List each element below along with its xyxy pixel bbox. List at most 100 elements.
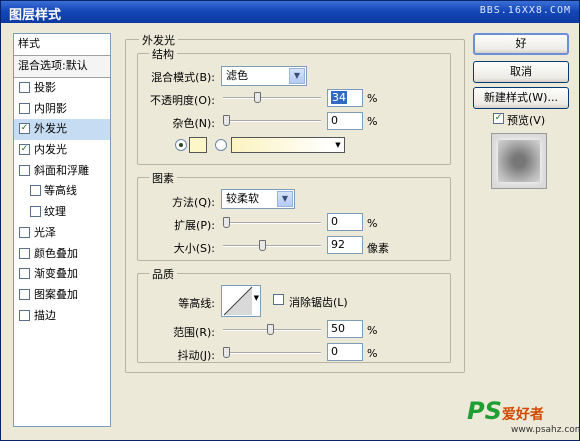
noise-slider[interactable]: [222, 115, 321, 126]
opacity-label: 不透明度(O):: [150, 94, 215, 107]
spread-slider-track: [223, 222, 321, 224]
size-slider-thumb[interactable]: [259, 240, 267, 251]
opacity-input[interactable]: 34: [327, 89, 363, 107]
style-item[interactable]: 等高线: [14, 181, 110, 202]
preview-thumbnail: [491, 133, 547, 189]
new-style-button[interactable]: 新建样式(W)...: [473, 87, 569, 109]
contour-picker[interactable]: ▼: [221, 285, 261, 317]
blend-mode-value: 滤色: [226, 69, 248, 82]
range-label: 范围(R):: [173, 326, 215, 339]
noise-value: 0: [331, 114, 338, 127]
range-slider-thumb[interactable]: [267, 324, 275, 335]
technique-select[interactable]: 较柔软 ▼: [221, 189, 295, 209]
spread-slider[interactable]: [222, 217, 321, 228]
ps-lovers-logo: PS爱好者: [467, 397, 544, 425]
size-slider-track: [223, 245, 321, 247]
range-slider[interactable]: [223, 324, 321, 335]
style-item[interactable]: 纹理: [14, 202, 110, 223]
jitter-label: 抖动(J):: [177, 349, 215, 362]
technique-label: 方法(Q):: [172, 196, 215, 209]
glow-color-swatch[interactable]: [189, 137, 207, 153]
spread-label: 扩展(P):: [174, 219, 215, 232]
style-item-label: 内发光: [34, 143, 67, 157]
elements-title: 图素: [149, 170, 177, 186]
glow-gradient-picker[interactable]: ▼: [231, 137, 345, 153]
style-item[interactable]: 内阴影: [14, 99, 110, 120]
size-input[interactable]: 92: [327, 236, 363, 254]
style-checkbox[interactable]: ✓: [19, 123, 30, 135]
style-items: 投影 内阴影 ✓ 外发光 ✓ 内发光斜面和浮雕等高线纹理光泽颜色叠加渐变叠加图案叠加描边: [14, 78, 110, 326]
style-item[interactable]: 光泽: [14, 223, 110, 244]
jitter-unit: %: [367, 347, 378, 360]
chevron-down-icon: ▼: [277, 191, 293, 207]
noise-input[interactable]: 0: [327, 112, 363, 130]
style-checkbox[interactable]: [19, 309, 30, 321]
blend-mode-label: 混合模式(B):: [151, 71, 215, 84]
range-input[interactable]: 50: [327, 320, 363, 338]
anti-alias-checkbox[interactable]: [273, 294, 284, 305]
chevron-down-icon: ▼: [253, 294, 259, 302]
cancel-button[interactable]: 取消: [473, 61, 569, 83]
style-item-label: 纹理: [44, 205, 66, 219]
style-checkbox[interactable]: [30, 206, 41, 218]
style-checkbox[interactable]: [30, 185, 41, 197]
style-item-label: 图案叠加: [34, 287, 78, 301]
title-bar: 图层样式 BBS.16XX8.COM: [1, 1, 579, 23]
noise-slider-track: [223, 120, 321, 122]
noise-slider-thumb[interactable]: [222, 115, 230, 126]
gradient-radio[interactable]: [215, 139, 227, 151]
style-item-label: 等高线: [44, 184, 77, 198]
style-item-label: 斜面和浮雕: [34, 163, 89, 177]
opacity-slider-thumb[interactable]: [254, 92, 262, 103]
opacity-slider[interactable]: [223, 92, 321, 103]
dialog-title: 图层样式: [9, 8, 62, 23]
preview-swatch: [498, 140, 540, 182]
styles-list: 样式 混合选项:默认 投影 内阴影 ✓ 外发光 ✓ 内发光斜面和浮雕等高线纹理光泽颜色叠加…: [13, 33, 111, 427]
opacity-slider-track: [223, 97, 321, 99]
jitter-slider-track: [223, 352, 321, 354]
style-checkbox[interactable]: [19, 102, 30, 114]
styles-header[interactable]: 样式: [14, 34, 110, 56]
jitter-slider-thumb[interactable]: [222, 347, 230, 358]
style-item-label: 颜色叠加: [34, 246, 78, 260]
style-item[interactable]: 描边: [14, 306, 110, 327]
logo-cn-text: 爱好者: [501, 407, 544, 423]
spread-input[interactable]: 0: [327, 213, 363, 231]
blend-mode-select[interactable]: 滤色 ▼: [221, 66, 307, 86]
preview-checkbox[interactable]: ✓: [493, 113, 504, 124]
style-checkbox[interactable]: [19, 164, 30, 176]
style-item[interactable]: 渐变叠加: [14, 264, 110, 285]
style-checkbox[interactable]: [19, 268, 30, 280]
style-item[interactable]: 斜面和浮雕: [14, 161, 110, 182]
style-checkbox[interactable]: [19, 82, 30, 93]
jitter-value: 0: [331, 345, 338, 358]
contour-curve-icon: [223, 286, 253, 316]
style-item-label: 外发光: [34, 122, 67, 136]
spread-unit: %: [367, 217, 378, 230]
jitter-input[interactable]: 0: [327, 343, 363, 361]
spread-slider-thumb[interactable]: [222, 217, 230, 228]
style-item[interactable]: 图案叠加: [14, 285, 110, 306]
blending-options-item[interactable]: 混合选项:默认: [14, 56, 110, 78]
chevron-down-icon: ▼: [333, 139, 343, 151]
ok-button[interactable]: 好: [473, 33, 569, 55]
style-item[interactable]: 颜色叠加: [14, 244, 110, 265]
style-item-label: 光泽: [34, 225, 56, 239]
contour-label: 等高线:: [178, 297, 215, 310]
footer-url: www.psahz.com: [511, 425, 580, 435]
style-checkbox[interactable]: [19, 247, 30, 259]
style-checkbox[interactable]: [19, 226, 30, 238]
jitter-slider[interactable]: [222, 347, 321, 358]
style-checkbox[interactable]: [19, 288, 30, 300]
style-item[interactable]: ✓ 外发光: [14, 119, 110, 141]
style-item[interactable]: ✓ 内发光: [14, 140, 110, 161]
anti-alias-label: 消除锯齿(L): [289, 296, 348, 309]
chevron-down-icon: ▼: [289, 68, 305, 84]
range-value: 50: [331, 322, 345, 335]
solid-color-radio[interactable]: [175, 139, 187, 151]
style-checkbox[interactable]: ✓: [19, 144, 30, 156]
noise-label: 杂色(N):: [172, 117, 215, 130]
style-item[interactable]: 投影: [14, 78, 110, 99]
noise-unit: %: [367, 115, 378, 128]
size-slider[interactable]: [223, 240, 321, 251]
